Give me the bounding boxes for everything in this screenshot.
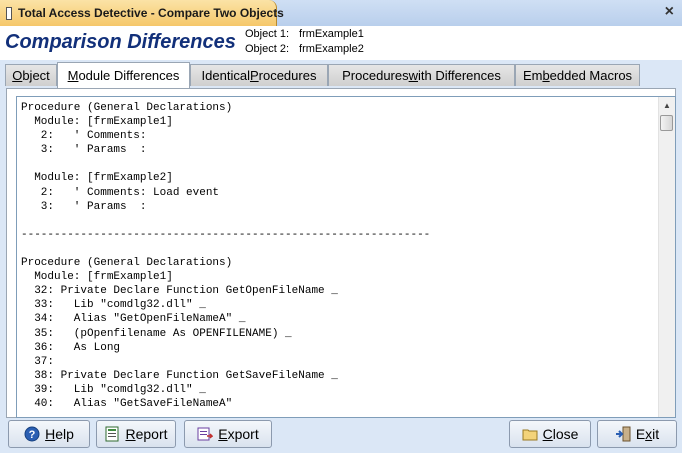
object-info: Object 1: frmExample1 Object 2: frmExample… xyxy=(245,27,364,57)
export-button[interactable]: Export xyxy=(184,420,272,448)
object2-label: Object 2: xyxy=(245,43,290,55)
report-button[interactable]: Report xyxy=(96,420,176,448)
close-button[interactable]: Close xyxy=(509,420,591,448)
scroll-thumb[interactable] xyxy=(660,115,673,131)
tab-identical-procedures[interactable]: Identical Procedures xyxy=(190,64,328,86)
tab-embedded-macros[interactable]: Em b edded Macros xyxy=(515,64,640,86)
window-title: Total Access Detective - Compare Two Obj… xyxy=(18,6,284,20)
object1-value: frmExample1 xyxy=(299,28,364,40)
differences-text: Procedure (General Declarations) Module:… xyxy=(21,102,431,410)
vertical-scrollbar[interactable]: ▲ xyxy=(658,97,675,417)
tab-bar: Object Module Differences Identical Proc… xyxy=(0,60,682,88)
title-bar: Total Access Detective - Compare Two Obj… xyxy=(0,0,682,26)
form-icon xyxy=(6,6,12,20)
export-icon xyxy=(197,426,214,442)
help-button[interactable]: ? Help xyxy=(8,420,90,448)
object2-value: frmExample2 xyxy=(299,43,364,55)
exit-door-icon xyxy=(615,426,631,442)
button-bar: ? Help Report Export Close Ex it xyxy=(0,418,682,453)
differences-textbox[interactable]: Procedure (General Declarations) Module:… xyxy=(16,96,676,418)
svg-text:?: ? xyxy=(29,429,36,441)
close-icon[interactable]: × xyxy=(665,4,674,20)
object1-label: Object 1: xyxy=(245,28,290,40)
tab-panel-module-differences: Procedure (General Declarations) Module:… xyxy=(6,88,676,418)
header: Comparison Differences Object 1: frmExamp… xyxy=(0,26,682,60)
scroll-up-arrow-icon[interactable]: ▲ xyxy=(659,97,675,113)
tab-module-differences[interactable]: Module Differences xyxy=(57,62,190,88)
folder-close-icon xyxy=(522,426,538,442)
report-icon xyxy=(104,426,120,442)
help-icon: ? xyxy=(24,426,40,442)
tab-object[interactable]: Object xyxy=(5,64,57,86)
page-title: Comparison Differences xyxy=(5,31,236,53)
window-title-tab: Total Access Detective - Compare Two Obj… xyxy=(0,0,284,26)
exit-button[interactable]: Ex it xyxy=(597,420,677,448)
tab-procedures-with-differences[interactable]: Procedures w ith Differences xyxy=(328,64,515,86)
